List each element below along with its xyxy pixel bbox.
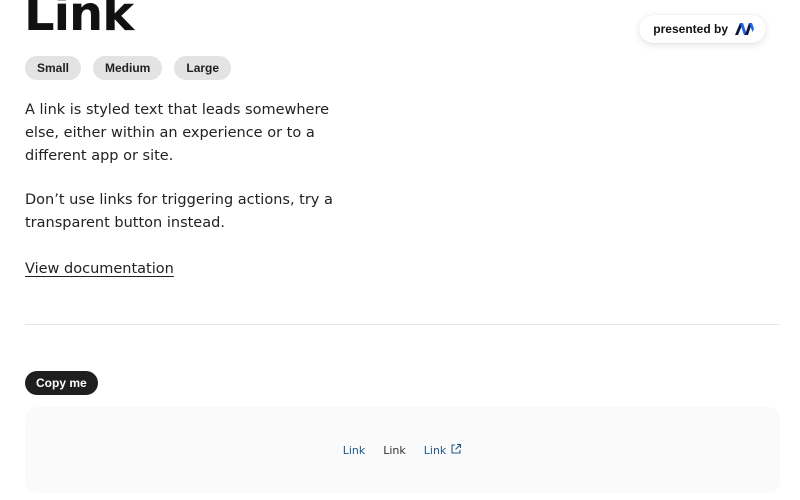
preview-link-label: Link	[423, 443, 447, 457]
copy-me-button[interactable]: Copy me	[25, 371, 98, 395]
section-divider	[25, 324, 780, 325]
size-selector: Small Medium Large	[25, 56, 232, 80]
preview-link-external[interactable]: Link	[424, 443, 463, 458]
presented-by-label: presented by	[653, 22, 728, 36]
guidance-paragraph: Don’t use links for triggering actions, …	[25, 192, 333, 231]
external-link-icon	[450, 443, 462, 458]
preview-link-label: Link	[383, 443, 406, 457]
size-large-button[interactable]: Large	[174, 56, 232, 80]
preview-link-label: Link	[342, 443, 366, 457]
page-title: Link	[24, 0, 134, 42]
preview-panel: Link Link Link	[25, 407, 780, 493]
description-paragraph: A link is styled text that leads somewhe…	[25, 102, 330, 164]
preview-link-subtle[interactable]: Link	[383, 444, 406, 457]
preview-link-default[interactable]: Link	[343, 444, 366, 457]
view-documentation-link[interactable]: View documentation	[25, 258, 174, 281]
brand-logo-icon	[734, 22, 754, 36]
presented-by-badge[interactable]: presented by	[639, 15, 766, 43]
size-medium-button[interactable]: Medium	[93, 56, 163, 80]
size-small-button[interactable]: Small	[25, 56, 82, 80]
